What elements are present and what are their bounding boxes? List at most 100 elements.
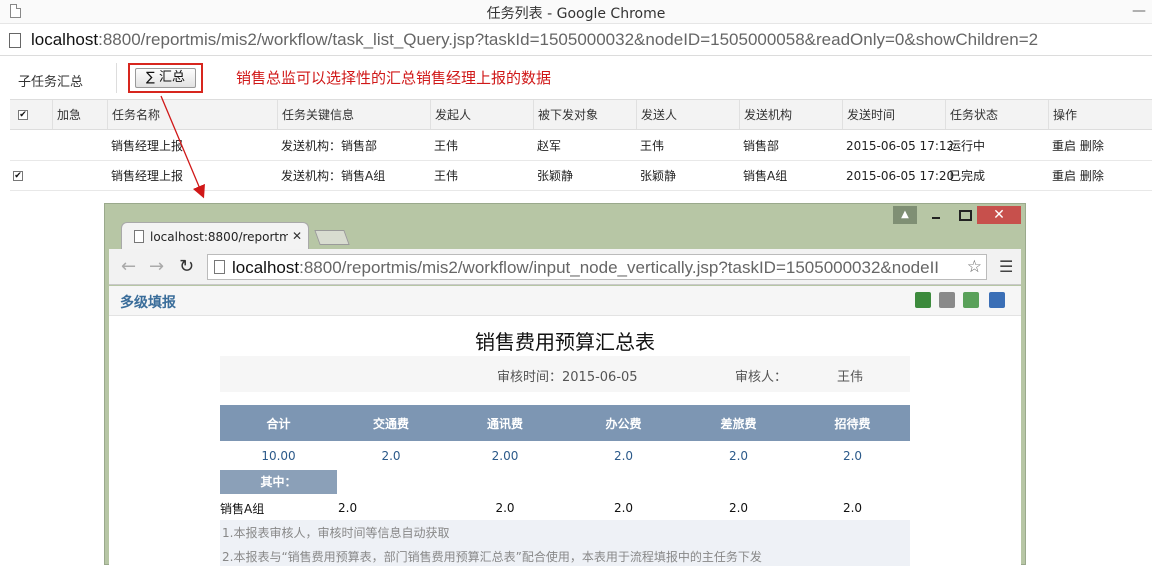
sum-button[interactable]: ∑ 汇总 [135, 68, 196, 88]
col-total: 合计 [266, 416, 291, 431]
breakdown-communication: 2.0 [495, 501, 515, 515]
cell-org: 销售A组 [743, 169, 788, 183]
breakdown-label: 其中： [220, 470, 337, 494]
breakdown-office: 2.0 [613, 501, 634, 515]
popup-browser-window: ▲ ✕ localhost:8800/reportmis ✕ ← → ↻ loc… [104, 203, 1026, 566]
col-initiator[interactable]: 发起人 [430, 100, 533, 129]
cell-sender: 张颖静 [640, 169, 677, 183]
window-title: 任务列表 - Google Chrome [486, 6, 666, 22]
cell-task-key: 发送机构：销售A组 [281, 169, 386, 183]
address-bar[interactable]: localhost:8800/reportmis/mis2/workflow/t… [0, 26, 1152, 56]
cell-entertainment[interactable]: 2.0 [795, 441, 910, 471]
maximize-icon[interactable] [953, 206, 975, 224]
minimize-icon[interactable]: — [1132, 3, 1146, 19]
note-1: 1.本报表审核人，审核时间等信息自动获取 [222, 526, 450, 540]
popup-address-url[interactable]: localhost:8800/reportmis/mis2/workflow/i… [232, 258, 962, 278]
col-travel: 差旅费 [720, 416, 757, 431]
popup-address-bar[interactable]: localhost:8800/reportmis/mis2/workflow/i… [207, 254, 987, 280]
report-meta: 审核时间：2015-06-05 审核人： 王伟 [220, 356, 910, 392]
cell-office[interactable]: 2.0 [565, 441, 682, 471]
report-notes: 1.本报表审核人，审核时间等信息自动获取 2.本报表与“销售费用预算表，部门销售… [220, 520, 910, 566]
excel-icon[interactable] [963, 292, 979, 308]
cell-task-key: 发送机构：销售部 [281, 139, 378, 153]
cell-travel[interactable]: 2.0 [682, 441, 795, 471]
annotation-text: 销售总监可以选择性的汇总销售经理上报的数据 [236, 69, 552, 87]
save-icon[interactable] [989, 292, 1005, 308]
breakdown-travel: 2.0 [728, 501, 749, 515]
report-page: 多级填报 销售费用预算汇总表 审核时间：2015-06-05 审核人： 王伟 合… [109, 286, 1021, 566]
cell-target: 张颖静 [537, 169, 574, 183]
print-icon[interactable] [939, 292, 955, 308]
col-status[interactable]: 任务状态 [945, 100, 1048, 129]
row-checkbox-cell[interactable] [10, 131, 52, 160]
cell-communication[interactable]: 2.00 [445, 441, 565, 471]
report-total-row: 10.00 2.0 2.00 2.0 2.0 2.0 [220, 441, 910, 471]
report-toolbar: 多级填报 [109, 286, 1021, 316]
note-2: 2.本报表与“销售费用预算表，部门销售费用预算汇总表”配合使用，本表用于流程填报… [222, 550, 762, 564]
col-ops: 操作 [1048, 100, 1152, 129]
cell-total[interactable]: 10.00 [220, 441, 337, 471]
reload-icon[interactable]: ↻ [179, 256, 194, 277]
menu-icon[interactable]: ☰ [999, 257, 1013, 276]
breakdown-group: 销售A组 [220, 501, 265, 516]
col-sender[interactable]: 发送人 [636, 100, 739, 129]
col-org[interactable]: 发送机构 [739, 100, 842, 129]
export-excel-icon[interactable] [915, 292, 931, 308]
address-url[interactable]: localhost:8800/reportmis/mis2/workflow/t… [31, 30, 1038, 50]
breakdown-transport: 2.0 [338, 501, 358, 515]
toolbar: 子任务汇总 ∑ 汇总 销售总监可以选择性的汇总销售经理上报的数据 [0, 57, 1152, 99]
back-icon[interactable]: ← [121, 256, 136, 277]
report-toolbar-label: 多级填报 [120, 295, 176, 311]
toolbar-divider [116, 63, 117, 93]
tab-close-icon[interactable]: ✕ [292, 229, 302, 243]
cell-sender: 王伟 [640, 139, 665, 153]
toolbar-title: 子任务汇总 [18, 75, 84, 90]
browser-tab[interactable]: localhost:8800/reportmis ✕ [121, 222, 309, 250]
col-task-key[interactable]: 任务关键信息 [277, 100, 430, 129]
tab-title: localhost:8800/reportmis [150, 230, 288, 244]
col-communication: 通讯费 [486, 416, 523, 431]
row-checkbox-cell[interactable]: ✔ [10, 161, 52, 190]
popup-navbar: ← → ↻ localhost:8800/reportmis/mis2/work… [109, 249, 1021, 285]
select-all-checkbox[interactable]: ✔ [18, 109, 28, 120]
audit-time: 审核时间：2015-06-05 [497, 370, 638, 385]
cell-task-name: 销售经理上报 [111, 139, 184, 153]
bookmark-star-icon[interactable]: ☆ [967, 257, 982, 277]
col-transport: 交通费 [372, 416, 409, 431]
col-urgent[interactable]: 加急 [52, 100, 107, 129]
page-icon [9, 33, 21, 48]
select-all-checkbox-cell[interactable]: ✔ [10, 100, 52, 129]
page-icon [214, 260, 225, 274]
sum-button-highlight: ∑ 汇总 [128, 63, 203, 93]
cell-transport[interactable]: 2.0 [337, 441, 445, 471]
col-task-name[interactable]: 任务名称 [107, 100, 277, 129]
col-office: 办公费 [605, 416, 642, 431]
new-tab-button[interactable] [314, 230, 350, 245]
cell-ops-links[interactable]: 重启 删除 [1048, 131, 1152, 160]
forward-icon[interactable]: → [149, 256, 164, 277]
cell-time: 2015-06-05 17:12 [846, 138, 955, 153]
row-checkbox[interactable]: ✔ [13, 170, 23, 181]
breakdown-row: 销售A组 2.0 2.0 2.0 2.0 2.0 [220, 495, 910, 521]
col-target[interactable]: 被下发对象 [533, 100, 636, 129]
col-entertainment: 招待费 [834, 416, 871, 431]
col-time[interactable]: 发送时间 [842, 100, 945, 129]
cell-target: 赵军 [537, 139, 562, 153]
cell-initiator: 王伟 [434, 169, 459, 183]
page-icon [134, 230, 144, 243]
breakdown-entertainment: 2.0 [842, 501, 863, 515]
close-icon[interactable]: ✕ [977, 206, 1021, 224]
cell-status: 已完成 [949, 169, 986, 183]
report-table-header: 合计 交通费 通讯费 办公费 差旅费 招待费 [220, 405, 910, 441]
user-icon[interactable]: ▲ [893, 206, 917, 224]
grid-header: ✔ 加急 任务名称 任务关键信息 发起人 被下发对象 发送人 发送机构 发送时间… [10, 99, 1152, 130]
minimize-icon[interactable] [925, 206, 947, 224]
cell-status: 运行中 [949, 139, 986, 153]
cell-ops-links[interactable]: 重启 删除 [1048, 161, 1152, 190]
window-titlebar: 任务列表 - Google Chrome — [0, 0, 1152, 24]
cell-initiator: 王伟 [434, 139, 459, 153]
table-row[interactable]: ✔ 销售经理上报 发送机构：销售A组 王伟 张颖静 张颖静 销售A组 2015-… [10, 161, 1152, 191]
auditor-name: 王伟 [837, 370, 864, 385]
table-row[interactable]: 销售经理上报 发送机构：销售部 王伟 赵军 王伟 销售部 2015-06-05 … [10, 131, 1152, 161]
report-title: 销售费用预算汇总表 [475, 330, 655, 354]
